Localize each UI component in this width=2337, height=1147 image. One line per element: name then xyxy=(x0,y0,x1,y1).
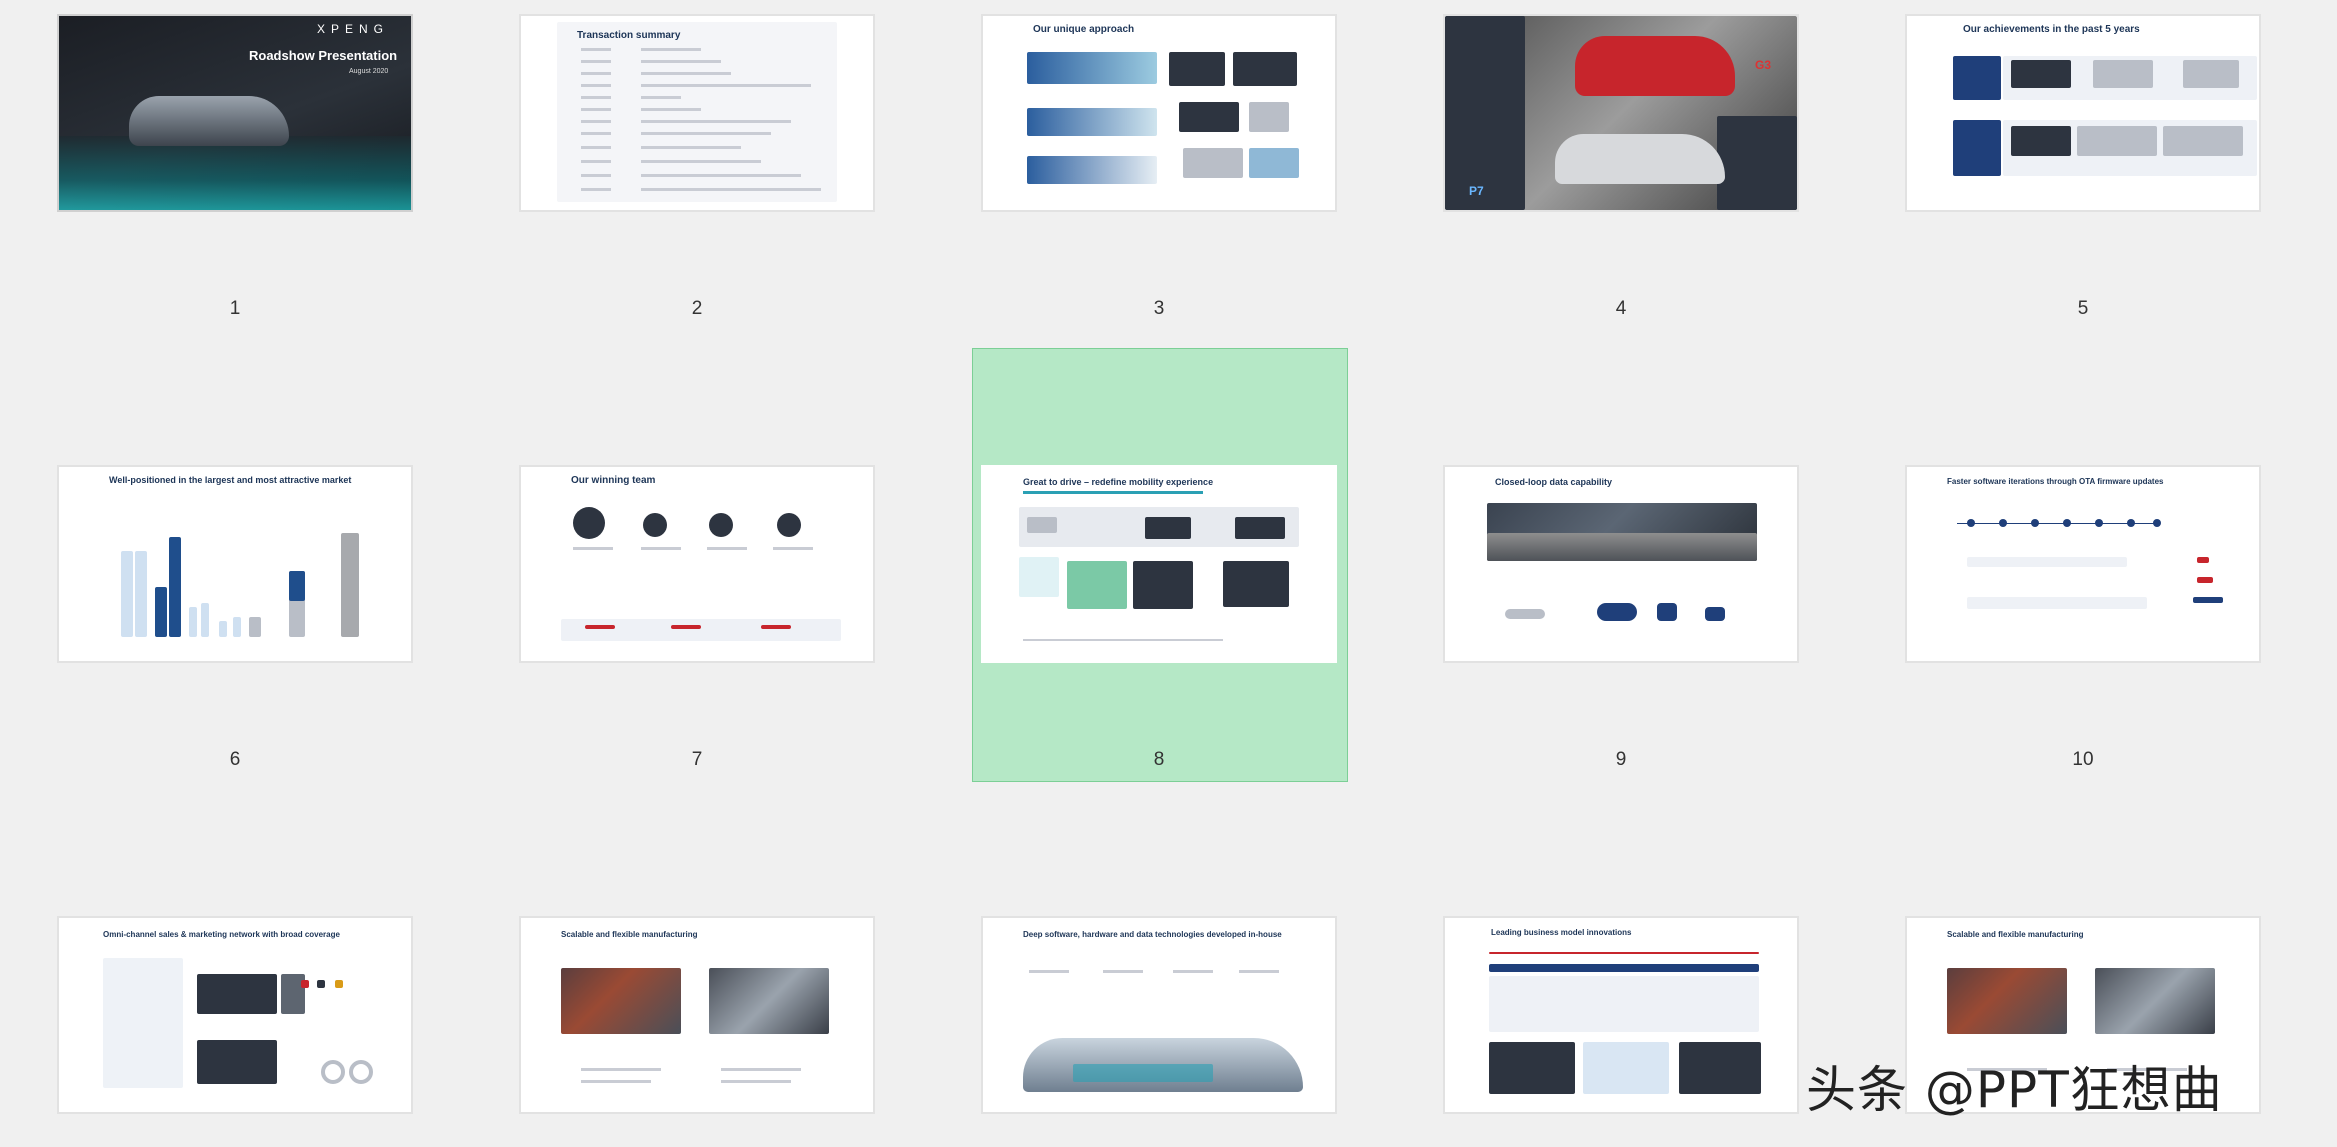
slide-title: Omni-channel sales & marketing network w… xyxy=(103,930,340,939)
slide-title: Deep software, hardware and data technol… xyxy=(1023,930,1282,939)
slide-number: 10 xyxy=(2072,749,2094,770)
slide-number: 1 xyxy=(229,298,241,319)
car-image xyxy=(129,96,289,146)
slide-title: Well-positioned in the largest and most … xyxy=(109,475,352,485)
slide-preview: Transaction summary xyxy=(519,14,875,212)
slide-preview: Great to drive – redefine mobility exper… xyxy=(981,465,1337,663)
slide-preview: Our winning team xyxy=(519,465,875,663)
slide-number: 7 xyxy=(691,749,703,770)
slide-title: Faster software iterations through OTA f… xyxy=(1947,477,2164,486)
slide-preview: Leading business model innovations xyxy=(1443,916,1799,1114)
slide-preview: Deep software, hardware and data technol… xyxy=(981,916,1337,1114)
slide-preview: Well-positioned in the largest and most … xyxy=(57,465,413,663)
slide-preview: Faster software iterations through OTA f… xyxy=(1905,465,2261,663)
slide-preview: Our unique approach xyxy=(981,14,1337,212)
slide-subtitle: August 2020 xyxy=(349,68,389,75)
slide-number: 9 xyxy=(1615,749,1627,770)
slide-badge-p7: P7 xyxy=(1469,184,1484,198)
slide-title: Leading business model innovations xyxy=(1491,928,1632,937)
slide-number: 2 xyxy=(691,298,703,319)
slide-title: Transaction summary xyxy=(577,30,681,41)
brand-logo: XPENG xyxy=(317,22,390,36)
slide-title: Our achievements in the past 5 years xyxy=(1963,24,2140,35)
slide-title: Scalable and flexible manufacturing xyxy=(1947,930,2084,939)
slide-title: Scalable and flexible manufacturing xyxy=(561,930,698,939)
slide-title: Roadshow Presentation xyxy=(249,48,398,63)
slide-number: 6 xyxy=(229,749,241,770)
slide-preview: Omni-channel sales & marketing network w… xyxy=(57,916,413,1114)
slide-number: 3 xyxy=(1153,298,1165,319)
slide-number: 5 xyxy=(2077,298,2089,319)
slide-sorter-grid: XPENG Roadshow Presentation August 2020 … xyxy=(0,0,2337,1147)
slide-number: 8 xyxy=(1153,749,1165,770)
slide-title: Great to drive – redefine mobility exper… xyxy=(1023,477,1214,487)
slide-title: Our winning team xyxy=(571,475,656,486)
slide-preview: Closed-loop data capability xyxy=(1443,465,1799,663)
slide-preview: Our achievements in the past 5 years xyxy=(1905,14,2261,212)
slide-badge-g3: G3 xyxy=(1755,58,1772,72)
slide-number: 4 xyxy=(1615,298,1627,319)
slide-preview: G3 P7 xyxy=(1443,14,1799,212)
slide-preview: Scalable and flexible manufacturing xyxy=(519,916,875,1114)
slide-title: Our unique approach xyxy=(1033,24,1135,35)
slide-title: Closed-loop data capability xyxy=(1495,477,1613,487)
watermark-text: 头条 @PPT狂想曲 xyxy=(1806,1061,2223,1119)
slide-preview: XPENG Roadshow Presentation August 2020 xyxy=(57,14,413,212)
